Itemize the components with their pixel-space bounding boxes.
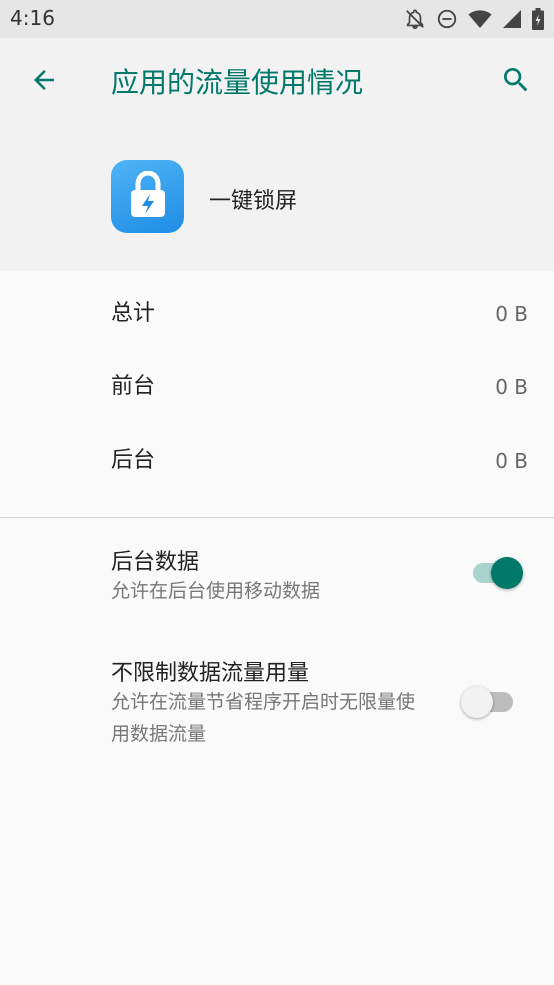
background-data-switch[interactable] (473, 551, 523, 595)
cell-signal-icon (502, 8, 522, 30)
setting-title: 不限制数据流量用量 (111, 661, 310, 686)
usage-value: 0 B (495, 449, 528, 473)
wifi-icon (468, 8, 492, 30)
unrestricted-data-switch[interactable] (461, 680, 515, 724)
page-title: 应用的流量使用情况 (111, 66, 364, 99)
status-time: 4:16 (10, 6, 55, 30)
setting-background-data[interactable]: 后台数据 允许在后台使用移动数据 (0, 544, 554, 614)
divider (0, 517, 554, 518)
usage-row-background: 后台 0 B (0, 424, 554, 498)
usage-label: 总计 (111, 301, 156, 326)
lock-icon (128, 169, 168, 223)
app-name: 一键锁屏 (209, 189, 298, 214)
back-button[interactable] (22, 60, 66, 104)
switch-thumb (461, 686, 493, 718)
usage-label: 前台 (111, 374, 156, 399)
do-not-disturb-icon (436, 8, 458, 30)
battery-icon (532, 8, 544, 30)
setting-summary: 允许在流量节省程序开启时无限量使用数据流量 (111, 691, 416, 745)
app-header: 应用的流量使用情况 一键锁屏 (0, 38, 554, 271)
usage-label: 后台 (111, 448, 156, 473)
setting-summary: 允许在后台使用移动数据 (111, 580, 321, 602)
search-icon (500, 64, 532, 100)
switch-thumb (491, 557, 523, 589)
usage-row-total: 总计 0 B (0, 277, 554, 351)
back-arrow-icon (29, 65, 59, 99)
notifications-off-icon (404, 8, 426, 30)
usage-value: 0 B (495, 375, 528, 399)
setting-title: 后台数据 (111, 550, 200, 575)
status-icons (404, 8, 544, 30)
app-icon (111, 160, 184, 233)
search-button[interactable] (494, 60, 538, 104)
usage-row-foreground: 前台 0 B (0, 350, 554, 424)
usage-value: 0 B (495, 302, 528, 326)
status-bar: 4:16 (0, 0, 554, 38)
